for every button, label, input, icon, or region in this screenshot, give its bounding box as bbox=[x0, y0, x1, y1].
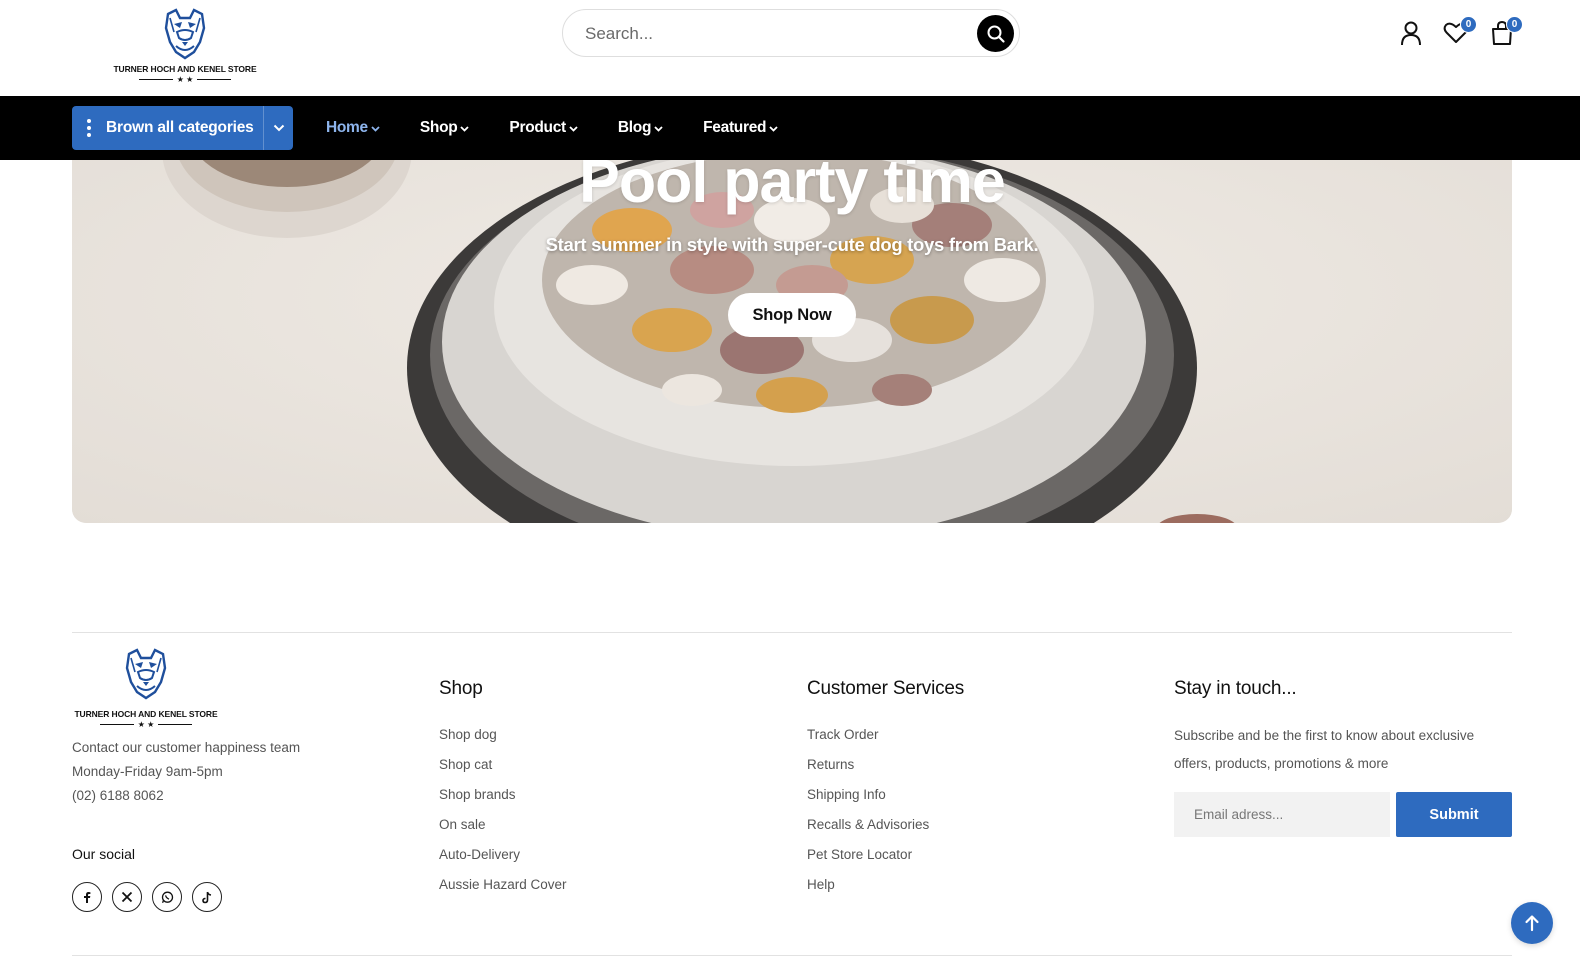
cart-count-badge: 0 bbox=[1506, 16, 1523, 33]
chevron-down-icon bbox=[654, 125, 663, 132]
contact-hours: Monday-Friday 9am-5pm bbox=[72, 764, 223, 779]
wishlist-button[interactable]: 0 bbox=[1441, 16, 1477, 48]
footer-contact-info: Contact our customer happiness team Mond… bbox=[72, 736, 300, 808]
footer-link-returns[interactable]: Returns bbox=[807, 756, 964, 786]
user-icon bbox=[1401, 21, 1421, 46]
footer-link-shipping-info[interactable]: Shipping Info bbox=[807, 786, 964, 816]
nav-item-featured[interactable]: Featured bbox=[703, 119, 778, 137]
email-input[interactable] bbox=[1174, 792, 1390, 837]
main-navigation: Brown all categories Home Shop Product B… bbox=[0, 96, 1580, 160]
newsletter-text-line: offers, products, promotions & more bbox=[1174, 756, 1389, 771]
nav-item-label: Blog bbox=[617, 119, 652, 136]
footer-bottom-divider bbox=[72, 955, 1512, 956]
all-categories-button[interactable]: Brown all categories bbox=[72, 106, 293, 150]
more-vertical-icon bbox=[72, 119, 106, 137]
x-icon bbox=[121, 891, 133, 903]
arrow-up-icon bbox=[1525, 915, 1539, 932]
social-title: Our social bbox=[72, 846, 136, 862]
nav-menu: Home Shop Product Blog Featured bbox=[326, 96, 818, 160]
shop-now-button[interactable]: Shop Now bbox=[728, 293, 856, 337]
logo-stars: ★ ★ bbox=[112, 75, 258, 84]
nav-item-label: Featured bbox=[703, 119, 767, 136]
nav-item-blog[interactable]: Blog bbox=[618, 119, 663, 137]
x-link[interactable] bbox=[112, 882, 142, 912]
footer-link-help[interactable]: Help bbox=[807, 876, 964, 906]
footer-logo[interactable]: TURNER HOCH AND KENEL STORE ★ ★ bbox=[72, 648, 220, 729]
newsletter-description: Subscribe and be the first to know about… bbox=[1174, 722, 1514, 778]
contact-line: Contact our customer happiness team bbox=[72, 740, 301, 755]
footer-top-divider bbox=[72, 632, 1512, 633]
nav-item-label: Home bbox=[326, 119, 368, 136]
social-links bbox=[72, 882, 222, 912]
facebook-link[interactable] bbox=[72, 882, 102, 912]
tiktok-icon bbox=[202, 891, 212, 903]
footer-logo-wordmark: TURNER HOCH AND KENEL STORE bbox=[74, 709, 218, 719]
footer-link-hazard-cover[interactable]: Aussie Hazard Cover bbox=[439, 876, 567, 906]
footer-link-track-order[interactable]: Track Order bbox=[807, 726, 964, 756]
chevron-down-icon bbox=[460, 125, 470, 132]
footer-customer-services-title: Customer Services bbox=[807, 678, 965, 699]
site-header: TURNER HOCH AND KENEL STORE ★ ★ 0 0 bbox=[0, 0, 1580, 96]
chevron-down-icon bbox=[769, 125, 778, 132]
tiktok-link[interactable] bbox=[192, 882, 222, 912]
account-button[interactable] bbox=[1396, 18, 1426, 48]
hero-subtitle: Start summer in style with super-cute do… bbox=[545, 234, 1039, 255]
footer-link-shop-dog[interactable]: Shop dog bbox=[439, 726, 567, 756]
footer-link-auto-delivery[interactable]: Auto-Delivery bbox=[439, 846, 567, 876]
footer-customer-services-column: Customer Services Track Order Returns Sh… bbox=[807, 678, 964, 906]
wishlist-count-badge: 0 bbox=[1460, 16, 1477, 33]
nav-item-label: Product bbox=[509, 119, 566, 136]
hero-banner: Pool party time Start summer in style wi… bbox=[72, 110, 1512, 523]
newsletter-title: Stay in touch... bbox=[1174, 678, 1297, 699]
footer-link-shop-brands[interactable]: Shop brands bbox=[439, 786, 567, 816]
search-icon bbox=[987, 25, 1005, 43]
footer-shop-column: Shop Shop dog Shop cat Shop brands On sa… bbox=[439, 678, 567, 906]
newsletter-form: Submit bbox=[1174, 792, 1514, 837]
search-input[interactable] bbox=[585, 22, 945, 46]
dog-logo-icon bbox=[125, 648, 167, 700]
nav-item-home[interactable]: Home bbox=[326, 119, 380, 137]
site-logo[interactable]: TURNER HOCH AND KENEL STORE ★ ★ bbox=[112, 8, 258, 88]
nav-item-shop[interactable]: Shop bbox=[420, 119, 470, 137]
whatsapp-icon bbox=[161, 891, 173, 903]
whatsapp-link[interactable] bbox=[152, 882, 182, 912]
search-bar bbox=[562, 9, 1020, 57]
scroll-to-top-button[interactable] bbox=[1511, 902, 1553, 944]
logo-stars: ★ ★ bbox=[72, 720, 220, 729]
footer-newsletter-column: Stay in touch... Subscribe and be the fi… bbox=[1174, 678, 1514, 837]
chevron-down-icon bbox=[263, 106, 293, 150]
logo-wordmark: TURNER HOCH AND KENEL STORE bbox=[113, 64, 257, 74]
footer-link-recalls[interactable]: Recalls & Advisories bbox=[807, 816, 964, 846]
nav-item-label: Shop bbox=[419, 119, 458, 136]
cart-button[interactable]: 0 bbox=[1487, 16, 1523, 48]
search-button[interactable] bbox=[977, 15, 1014, 52]
all-categories-label: Brown all categories bbox=[106, 119, 254, 136]
nav-item-product[interactable]: Product bbox=[509, 119, 578, 137]
contact-phone[interactable]: (02) 6188 8062 bbox=[72, 784, 300, 808]
footer-link-store-locator[interactable]: Pet Store Locator bbox=[807, 846, 964, 876]
facebook-icon bbox=[84, 892, 91, 903]
footer-link-shop-cat[interactable]: Shop cat bbox=[439, 756, 567, 786]
footer-link-on-sale[interactable]: On sale bbox=[439, 816, 567, 846]
newsletter-text-line: Subscribe and be the first to know about… bbox=[1174, 728, 1475, 743]
submit-button[interactable]: Submit bbox=[1396, 792, 1512, 837]
chevron-down-icon bbox=[569, 125, 578, 132]
dog-logo-icon bbox=[164, 8, 206, 60]
footer-shop-title: Shop bbox=[439, 678, 483, 699]
chevron-down-icon bbox=[371, 125, 380, 132]
